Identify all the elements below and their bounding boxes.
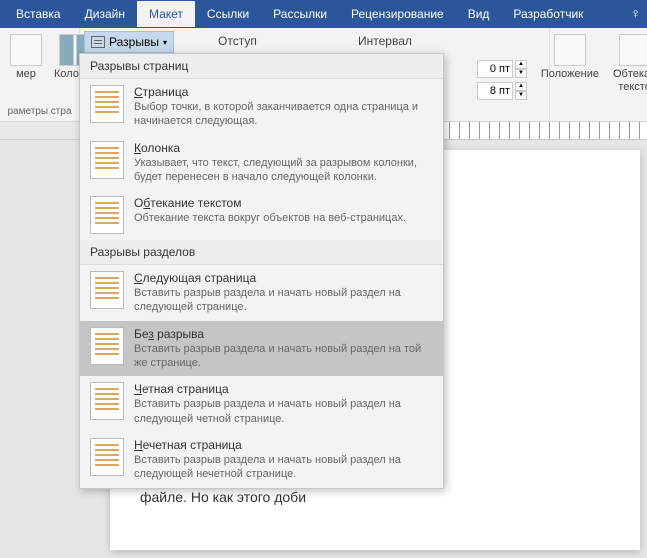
menu-item-continuous[interactable]: Без разрыва Вставить разрыв раздела и на…	[80, 321, 443, 377]
menu-item-title: Колонка	[134, 141, 433, 155]
arrange-group: Положение Обтекан тексто	[549, 28, 647, 121]
menu-item-desc: Вставить разрыв раздела и начать новый р…	[134, 397, 433, 426]
menu-item-title: Нечетная страница	[134, 438, 433, 452]
menu-item-odd-page[interactable]: Нечетная страница Вставить разрыв раздел…	[80, 432, 443, 488]
dropdown-arrow-icon: ▾	[163, 38, 167, 47]
position-icon	[554, 34, 586, 66]
tab-developer[interactable]: Разработчик	[501, 1, 595, 27]
tab-references[interactable]: Ссылки	[195, 1, 261, 27]
spacing-before-value[interactable]: 0 пт	[477, 60, 513, 78]
spacing-after[interactable]: 8 пт ▲ ▼	[477, 82, 527, 100]
menu-item-title: Страница	[134, 85, 433, 99]
next-page-icon	[90, 271, 124, 309]
menu-item-page-break[interactable]: Страница Выбор точки, в которой заканчив…	[80, 79, 443, 135]
down-arrow-icon[interactable]: ▼	[515, 69, 527, 78]
menu-item-text-wrapping-break[interactable]: Обтекание текстом Обтекание текста вокру…	[80, 190, 443, 240]
tab-view[interactable]: Вид	[456, 1, 502, 27]
menu-item-desc: Обтекание текста вокруг объектов на веб-…	[134, 211, 433, 225]
wrap-icon	[619, 34, 647, 66]
position-label: Положение	[541, 68, 599, 81]
page-setup-group-label: раметры стра	[6, 106, 73, 117]
wrap-text-button[interactable]: Обтекан тексто	[609, 32, 647, 96]
size-icon	[10, 34, 42, 66]
menu-item-even-page[interactable]: Четная страница Вставить разрыв раздела …	[80, 376, 443, 432]
breaks-button[interactable]: Разрывы ▾	[84, 31, 174, 53]
menu-item-title: Четная страница	[134, 382, 433, 396]
even-page-icon	[90, 382, 124, 420]
size-label: мер	[16, 68, 36, 81]
continuous-icon	[90, 327, 124, 365]
menu-item-title: Обтекание текстом	[134, 196, 433, 210]
menu-item-title: Без разрыва	[134, 327, 433, 341]
page-setup-group: мер Колонки раметры стра	[0, 28, 80, 121]
breaks-label: Разрывы	[109, 35, 159, 49]
size-button[interactable]: мер	[6, 32, 46, 83]
page-break-icon	[90, 85, 124, 123]
spacing-header: Интервал	[358, 34, 412, 48]
text-wrapping-icon	[90, 196, 124, 234]
menu-item-title: Следующая страница	[134, 271, 433, 285]
up-arrow-icon[interactable]: ▲	[515, 82, 527, 91]
menu-section-page-breaks: Разрывы страниц	[80, 54, 443, 79]
tab-review[interactable]: Рецензирование	[339, 1, 456, 27]
spacing-after-value[interactable]: 8 пт	[477, 82, 513, 100]
tab-design[interactable]: Дизайн	[73, 1, 137, 27]
menu-item-column-break[interactable]: Колонка Указывает, что текст, следующий …	[80, 135, 443, 191]
up-arrow-icon[interactable]: ▲	[515, 60, 527, 69]
menu-item-desc: Вставить разрыв раздела и начать новый р…	[134, 286, 433, 315]
wrap-label: Обтекан тексто	[613, 68, 647, 94]
tab-insert[interactable]: Вставка	[4, 1, 73, 27]
indent-header: Отступ	[218, 34, 257, 48]
column-break-icon	[90, 141, 124, 179]
menu-item-desc: Вставить разрыв раздела и начать новый р…	[134, 453, 433, 482]
doc-paragraph: файле. Но как этого доби	[140, 486, 610, 508]
breaks-dropdown-menu: Разрывы страниц Страница Выбор точки, в …	[79, 53, 444, 489]
tell-me-bulb-icon[interactable]: ♀	[631, 5, 642, 21]
menu-item-next-page[interactable]: Следующая страница Вставить разрыв разде…	[80, 265, 443, 321]
menu-item-desc: Указывает, что текст, следующий за разры…	[134, 156, 433, 185]
menu-item-desc: Вставить разрыв раздела и начать новый р…	[134, 342, 433, 371]
odd-page-icon	[90, 438, 124, 476]
position-button[interactable]: Положение	[537, 32, 603, 96]
down-arrow-icon[interactable]: ▼	[515, 91, 527, 100]
tab-mailings[interactable]: Рассылки	[261, 1, 339, 27]
tab-layout[interactable]: Макет	[137, 1, 195, 27]
breaks-icon	[91, 36, 105, 48]
spacing-spinners: 0 пт ▲ ▼ 8 пт ▲ ▼	[477, 60, 527, 100]
menu-item-desc: Выбор точки, в которой заканчивается одн…	[134, 100, 433, 129]
menu-section-section-breaks: Разрывы разделов	[80, 240, 443, 265]
ribbon-tabs: Вставка Дизайн Макет Ссылки Рассылки Рец…	[0, 0, 647, 28]
spacing-before[interactable]: 0 пт ▲ ▼	[477, 60, 527, 78]
